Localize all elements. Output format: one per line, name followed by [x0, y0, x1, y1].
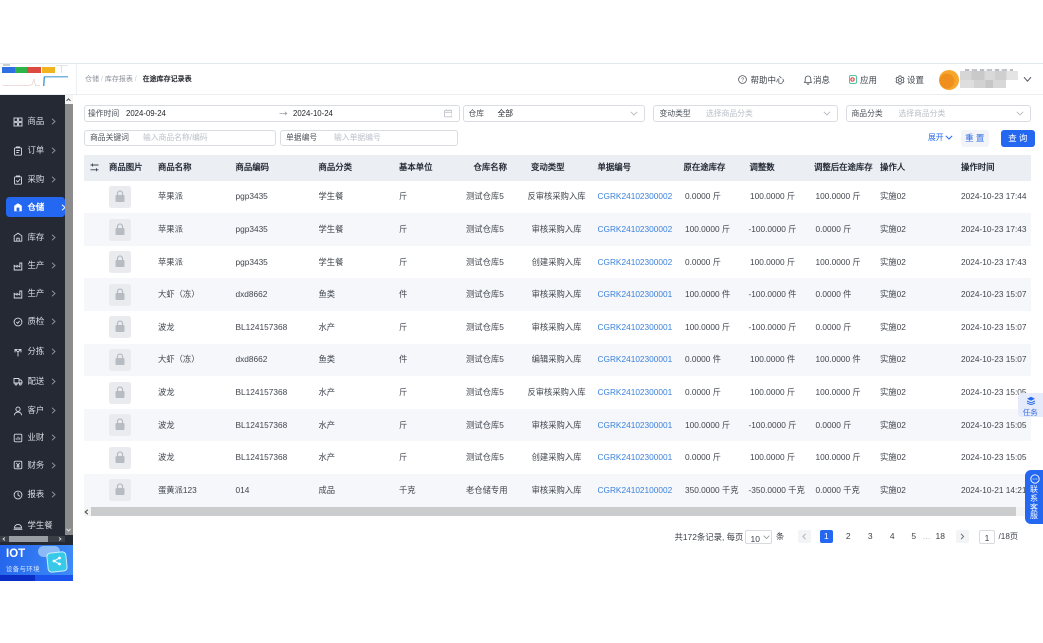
svg-text:?: ? — [741, 77, 744, 83]
